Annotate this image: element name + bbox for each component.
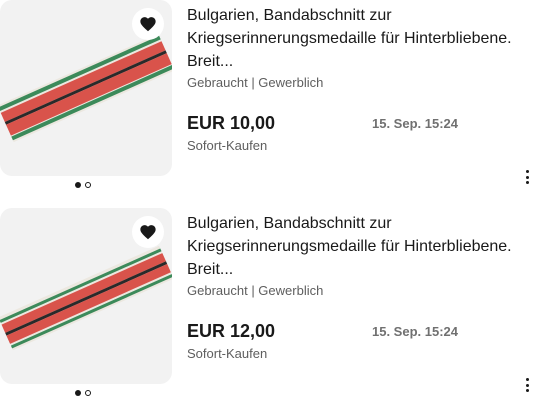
pagination-dot xyxy=(85,182,91,188)
listing-title[interactable]: Bulgarien, Bandabschnitt zur Kriegserinn… xyxy=(187,212,535,281)
listing-condition: Gebraucht | Gewerblich xyxy=(187,283,324,298)
more-vertical-icon xyxy=(525,378,529,381)
listing-price: EUR 12,00 xyxy=(187,321,276,341)
pagination-dot-active xyxy=(75,390,81,396)
listing-end-time: 15. Sep. 15:24 xyxy=(372,116,458,131)
listing-end-time: 15. Sep. 15:24 xyxy=(372,324,458,339)
listing-buy-format: Sofort-Kaufen xyxy=(187,138,268,153)
image-pagination xyxy=(75,182,91,188)
heart-icon xyxy=(140,225,156,240)
listing-image[interactable] xyxy=(0,208,172,384)
listing-buy-format: Sofort-Kaufen xyxy=(187,346,268,361)
listing-image[interactable] xyxy=(0,0,172,176)
more-vertical-icon xyxy=(525,170,529,173)
listing-condition: Gebraucht | Gewerblich xyxy=(187,75,324,90)
pagination-dot xyxy=(85,390,91,396)
listing-card[interactable]: Bulgarien, Bandabschnitt zur Kriegserinn… xyxy=(0,0,535,200)
watch-button[interactable] xyxy=(132,8,164,40)
heart-icon xyxy=(140,17,156,32)
listing-title[interactable]: Bulgarien, Bandabschnitt zur Kriegserinn… xyxy=(187,4,535,73)
watch-button[interactable] xyxy=(132,216,164,248)
listing-price: EUR 10,00 xyxy=(187,113,276,133)
image-pagination xyxy=(75,390,91,396)
listing-card[interactable]: Bulgarien, Bandabschnitt zur Kriegserinn… xyxy=(0,208,535,400)
pagination-dot-active xyxy=(75,182,81,188)
more-options-button[interactable] xyxy=(520,376,534,394)
more-options-button[interactable] xyxy=(520,168,534,186)
